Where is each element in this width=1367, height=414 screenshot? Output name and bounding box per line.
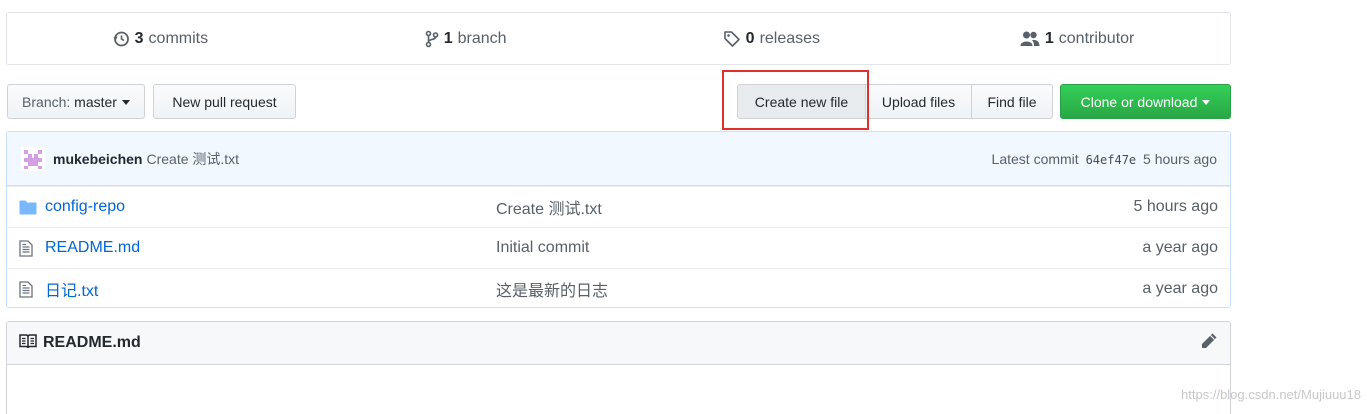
- file-commit-message[interactable]: Initial commit: [496, 239, 1142, 257]
- book-icon: [19, 333, 37, 354]
- new-pull-request-button[interactable]: New pull request: [153, 84, 296, 119]
- tag-icon: [723, 30, 741, 48]
- chevron-down-icon: [1202, 100, 1211, 105]
- branch-prefix: Branch:: [22, 93, 71, 110]
- commit-age: 5 hours ago: [1143, 150, 1217, 167]
- commits-label: commits: [148, 29, 209, 47]
- file-table: mukebeichen Create 测试.txt Latest commit …: [6, 131, 1231, 308]
- avatar[interactable]: [21, 146, 45, 171]
- branch-count: 1: [443, 29, 453, 47]
- commit-sha-link[interactable]: 64ef47e: [1086, 153, 1137, 167]
- releases-count: 0: [745, 29, 755, 47]
- file-name-link[interactable]: README.md: [45, 239, 496, 257]
- create-new-file-button[interactable]: Create new file: [737, 84, 866, 119]
- file-age: a year ago: [1142, 280, 1218, 297]
- readme-header: README.md: [7, 322, 1230, 365]
- releases-link[interactable]: 0 releases: [619, 30, 925, 48]
- file-row: README.md Initial commit a year ago: [7, 227, 1230, 268]
- file-actions-group: Create new file Upload files Find file: [737, 84, 1053, 119]
- branch-name: master: [74, 93, 117, 110]
- latest-commit-bar: mukebeichen Create 测试.txt Latest commit …: [7, 132, 1230, 186]
- readme-title: README.md: [43, 334, 141, 351]
- file-row: config-repo Create 测试.txt 5 hours ago: [7, 186, 1230, 227]
- branch-select-button[interactable]: Branch: master: [7, 84, 145, 119]
- contributor-label: contributor: [1058, 29, 1135, 47]
- find-file-button[interactable]: Find file: [971, 84, 1053, 119]
- latest-commit-prefix: Latest commit: [991, 150, 1079, 167]
- file-commit-message[interactable]: Create 测试.txt: [496, 195, 1133, 219]
- clone-or-download-button[interactable]: Clone or download: [1060, 84, 1231, 119]
- branch-link[interactable]: 1 branch: [313, 30, 619, 48]
- file-name-link[interactable]: config-repo: [45, 198, 496, 216]
- chevron-down-icon: [121, 100, 130, 105]
- contributor-count: 1: [1044, 29, 1054, 47]
- watermark-text: https://blog.csdn.net/Mujiuuu18: [1181, 387, 1361, 402]
- readme-panel: README.md: [6, 321, 1231, 414]
- folder-icon: [19, 200, 39, 215]
- file-name-link[interactable]: 日记.txt: [45, 277, 496, 301]
- clone-label: Clone or download: [1080, 93, 1198, 110]
- commits-count: 3: [134, 29, 144, 47]
- history-icon: [112, 30, 130, 48]
- file-icon: [19, 239, 39, 257]
- latest-commit-info: Latest commit 64ef47e 5 hours ago: [992, 151, 1217, 167]
- commit-author-link[interactable]: mukebeichen: [53, 151, 142, 167]
- repo-summary-bar: 3 commits 1 branch 0 releases 1 contribu…: [6, 12, 1231, 65]
- commits-link[interactable]: 3 commits: [7, 30, 313, 48]
- commit-message-link[interactable]: Create 测试.txt: [146, 149, 239, 169]
- people-icon: [1020, 30, 1040, 48]
- file-row: 日记.txt 这是最新的日志 a year ago: [7, 268, 1230, 307]
- upload-files-button[interactable]: Upload files: [865, 84, 972, 119]
- branch-icon: [425, 30, 439, 48]
- releases-label: releases: [759, 29, 821, 47]
- file-age: a year ago: [1142, 239, 1218, 256]
- file-commit-message[interactable]: 这是最新的日志: [496, 277, 1142, 301]
- file-icon: [19, 280, 39, 298]
- branch-label: branch: [457, 29, 507, 47]
- contributors-link[interactable]: 1 contributor: [924, 30, 1230, 48]
- pencil-icon[interactable]: [1200, 332, 1218, 355]
- file-age: 5 hours ago: [1133, 198, 1218, 215]
